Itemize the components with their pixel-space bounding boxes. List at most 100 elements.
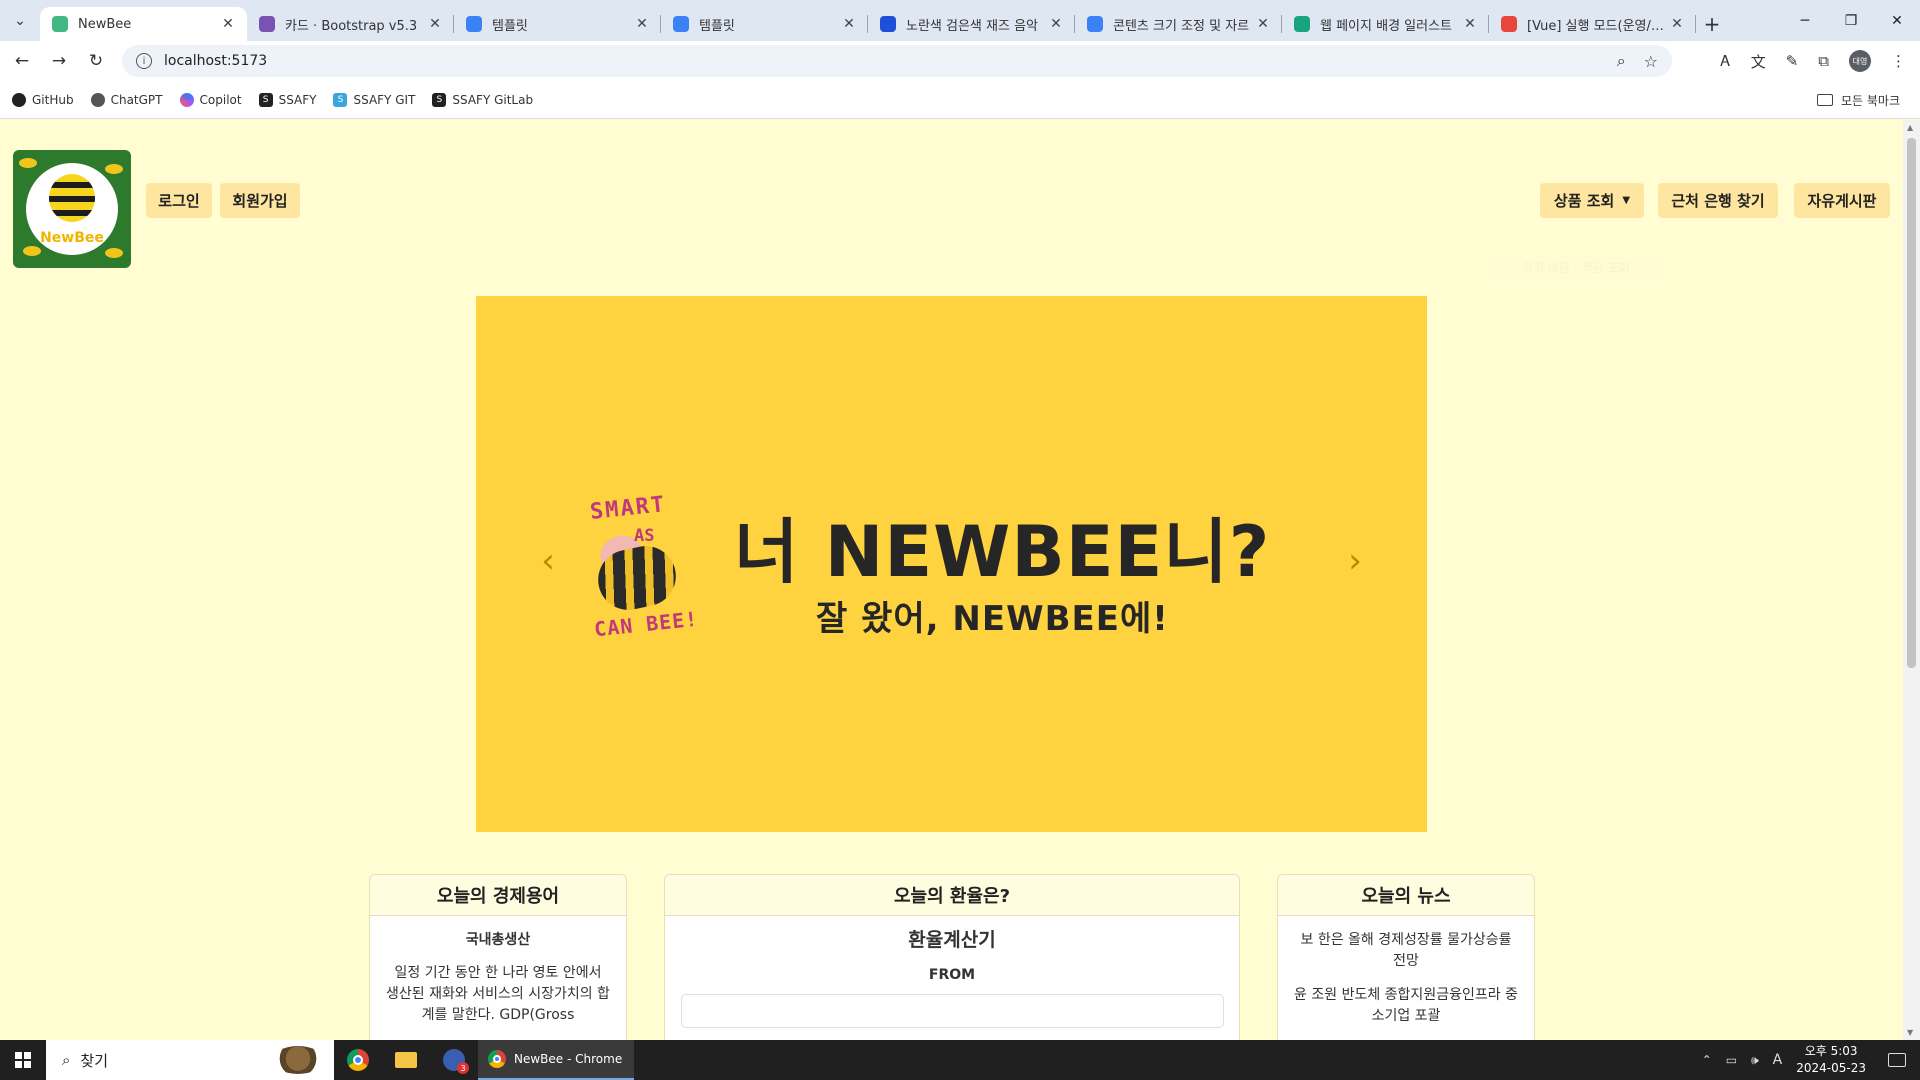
ime-indicator[interactable]: A: [1773, 1052, 1783, 1068]
tab-search-button[interactable]: ⌄: [0, 0, 40, 41]
volume-icon[interactable]: 🕪: [1751, 1053, 1759, 1068]
close-window-button[interactable]: ✕: [1874, 0, 1920, 41]
site-info-icon[interactable]: i: [136, 53, 152, 69]
scroll-down-icon[interactable]: ▼: [1907, 1028, 1913, 1037]
bookmark-ssafy-gitlab[interactable]: S SSAFY GitLab: [432, 92, 533, 107]
network-icon[interactable]: ▭: [1726, 1053, 1737, 1067]
vue-icon: [52, 16, 68, 32]
tab-title: 웹 페이지 배경 일러스트: [1320, 18, 1452, 34]
canva-icon: [1087, 16, 1103, 32]
news-card: 오늘의 뉴스 보 한은 올해 경제성장률 물가상승률 전망 윤 조원 반도체 종…: [1277, 874, 1535, 1040]
back-button[interactable]: ←: [7, 46, 37, 76]
tab-close-icon[interactable]: ✕: [633, 16, 651, 32]
leaf-decoration: [23, 246, 41, 256]
forward-button[interactable]: →: [44, 46, 74, 76]
tab-title: 템플릿: [699, 18, 735, 34]
browser-tab[interactable]: 노란색 검은색 재즈 음악 ✕: [868, 7, 1075, 41]
tab-close-icon[interactable]: ✕: [426, 16, 444, 32]
taskbar-file-explorer[interactable]: [382, 1040, 430, 1080]
app-icon: 3: [443, 1049, 469, 1074]
zoom-icon[interactable]: ⌕: [1617, 51, 1626, 71]
translate-icon[interactable]: 文: [1751, 51, 1766, 72]
signup-button[interactable]: 회원가입: [220, 183, 300, 218]
address-bar[interactable]: i localhost:5173 ⌕ ☆: [122, 45, 1672, 77]
extensions-icon[interactable]: ⧉: [1818, 52, 1829, 70]
bookmark-chatgpt[interactable]: ChatGPT: [90, 92, 163, 107]
browser-tab[interactable]: 웹 페이지 배경 일러스트 ✕: [1282, 7, 1489, 41]
tab-separator: [1695, 15, 1696, 33]
smart-bee-illustration: SMART AS CAN BEE!: [586, 492, 706, 642]
tab-close-icon[interactable]: ✕: [1254, 16, 1272, 32]
pen-icon[interactable]: ✎: [1786, 52, 1799, 70]
tab-title: NewBee: [78, 16, 132, 32]
all-bookmarks-button[interactable]: 모든 북마크: [1816, 81, 1900, 119]
news-item[interactable]: 윤 조원 반도체 종합지원금융인프라 중소기업 포괄: [1294, 985, 1518, 1027]
caret-down-icon: ▼: [1622, 195, 1631, 206]
from-label: FROM: [928, 967, 976, 983]
card-header: 오늘의 뉴스: [1278, 875, 1534, 916]
leaf-decoration: [105, 248, 123, 258]
products-dropdown[interactable]: 상품 조회 ▼: [1540, 183, 1644, 218]
bookmark-ssafy-git[interactable]: S SSAFY GIT: [333, 92, 415, 107]
bookmark-github[interactable]: GitHub: [12, 92, 74, 107]
taskbar-app[interactable]: 3: [430, 1040, 478, 1080]
profile-avatar[interactable]: 대영: [1849, 50, 1871, 72]
taskbar-search[interactable]: ⌕ 찾기: [46, 1040, 334, 1080]
tab-title: [Vue] 실행 모드(운영/개발: [1527, 18, 1668, 34]
browser-tab[interactable]: [Vue] 실행 모드(운영/개발 ✕: [1489, 7, 1696, 41]
tab-title: 노란색 검은색 재즈 음악: [906, 18, 1038, 34]
scrollbar-thumb[interactable]: [1907, 138, 1916, 668]
minimize-button[interactable]: ─: [1782, 0, 1828, 41]
as-text: AS: [634, 526, 655, 546]
browser-tab[interactable]: 콘텐츠 크기 조정 및 자르 ✕: [1075, 7, 1282, 41]
bookmark-star-icon[interactable]: ☆: [1644, 52, 1658, 71]
login-button[interactable]: 로그인: [146, 183, 212, 218]
windows-logo-icon: [15, 1052, 31, 1068]
tab-close-icon[interactable]: ✕: [840, 16, 858, 32]
page-scrollbar[interactable]: ▲ ▼: [1903, 120, 1920, 1040]
restore-button[interactable]: ❐: [1828, 0, 1874, 41]
nearby-bank-link[interactable]: 근처 은행 찾기: [1658, 183, 1778, 218]
tab-strip: ⌄ NewBee ✕ 카드 · Bootstrap v5.3 ✕ 템플릿 ✕ 템플릿 ✕ 노란색…: [0, 0, 1920, 41]
notification-center-icon[interactable]: [1888, 1053, 1906, 1067]
carousel-prev-button[interactable]: ‹: [533, 541, 563, 581]
browser-tab[interactable]: 템플릿 ✕: [661, 7, 868, 41]
reload-button[interactable]: ↻: [81, 46, 111, 76]
calculator-title: 환율계산기: [908, 929, 996, 951]
browser-tab[interactable]: NewBee ✕: [40, 7, 247, 41]
tab-close-icon[interactable]: ✕: [1668, 16, 1686, 32]
logo-wordmark: NewBee: [40, 230, 104, 246]
more-menu-icon[interactable]: ⋮: [1891, 52, 1906, 70]
tab-close-icon[interactable]: ✕: [1461, 16, 1479, 32]
site-logo[interactable]: NewBee: [13, 150, 131, 268]
new-tab-button[interactable]: +: [1696, 7, 1728, 41]
free-board-link[interactable]: 자유게시판: [1794, 183, 1890, 218]
browser-tab[interactable]: 카드 · Bootstrap v5.3 ✕: [247, 7, 454, 41]
can-bee-text: CAN BEE!: [593, 606, 700, 642]
read-aloud-icon[interactable]: Ꭺ: [1721, 52, 1731, 70]
news-item[interactable]: 보 한은 올해 경제성장률 물가상승률 전망: [1294, 930, 1518, 972]
scroll-up-icon[interactable]: ▲: [1907, 123, 1913, 132]
bookmark-ssafy[interactable]: S SSAFY: [258, 92, 316, 107]
smart-text: SMART: [588, 492, 668, 525]
tab-close-icon[interactable]: ✕: [1047, 16, 1065, 32]
leaf-decoration: [105, 164, 123, 174]
card-header: 오늘의 환율은?: [665, 875, 1239, 916]
chrome-icon: [347, 1049, 369, 1071]
taskbar-chrome[interactable]: [334, 1040, 382, 1080]
tray-expand-icon[interactable]: ⌃: [1702, 1053, 1712, 1067]
browser-toolbar: ← → ↻ i localhost:5173 ⌕ ☆ Ꭺ 文 ✎ ⧉ 대영 ⋮: [0, 41, 1920, 81]
bookmark-copilot[interactable]: Copilot: [179, 92, 242, 107]
products-label: 상품 조회: [1553, 192, 1615, 210]
start-button[interactable]: [0, 1040, 46, 1080]
from-currency-select[interactable]: [681, 994, 1224, 1028]
carousel-next-button[interactable]: ›: [1340, 541, 1370, 581]
canva-icon: [673, 16, 689, 32]
leaf-decoration: [19, 158, 37, 168]
clock[interactable]: 오후 5:03 2024-05-23: [1796, 1043, 1866, 1077]
term-description: 일정 기간 동안 한 나라 영토 안에서 생산된 재화와 서비스의 시장가치의 …: [386, 965, 610, 1023]
tab-close-icon[interactable]: ✕: [219, 16, 237, 32]
browser-tab[interactable]: 템플릿 ✕: [454, 7, 661, 41]
canva-icon: [466, 16, 482, 32]
taskbar-running-chrome[interactable]: NewBee - Chrome: [478, 1040, 634, 1080]
